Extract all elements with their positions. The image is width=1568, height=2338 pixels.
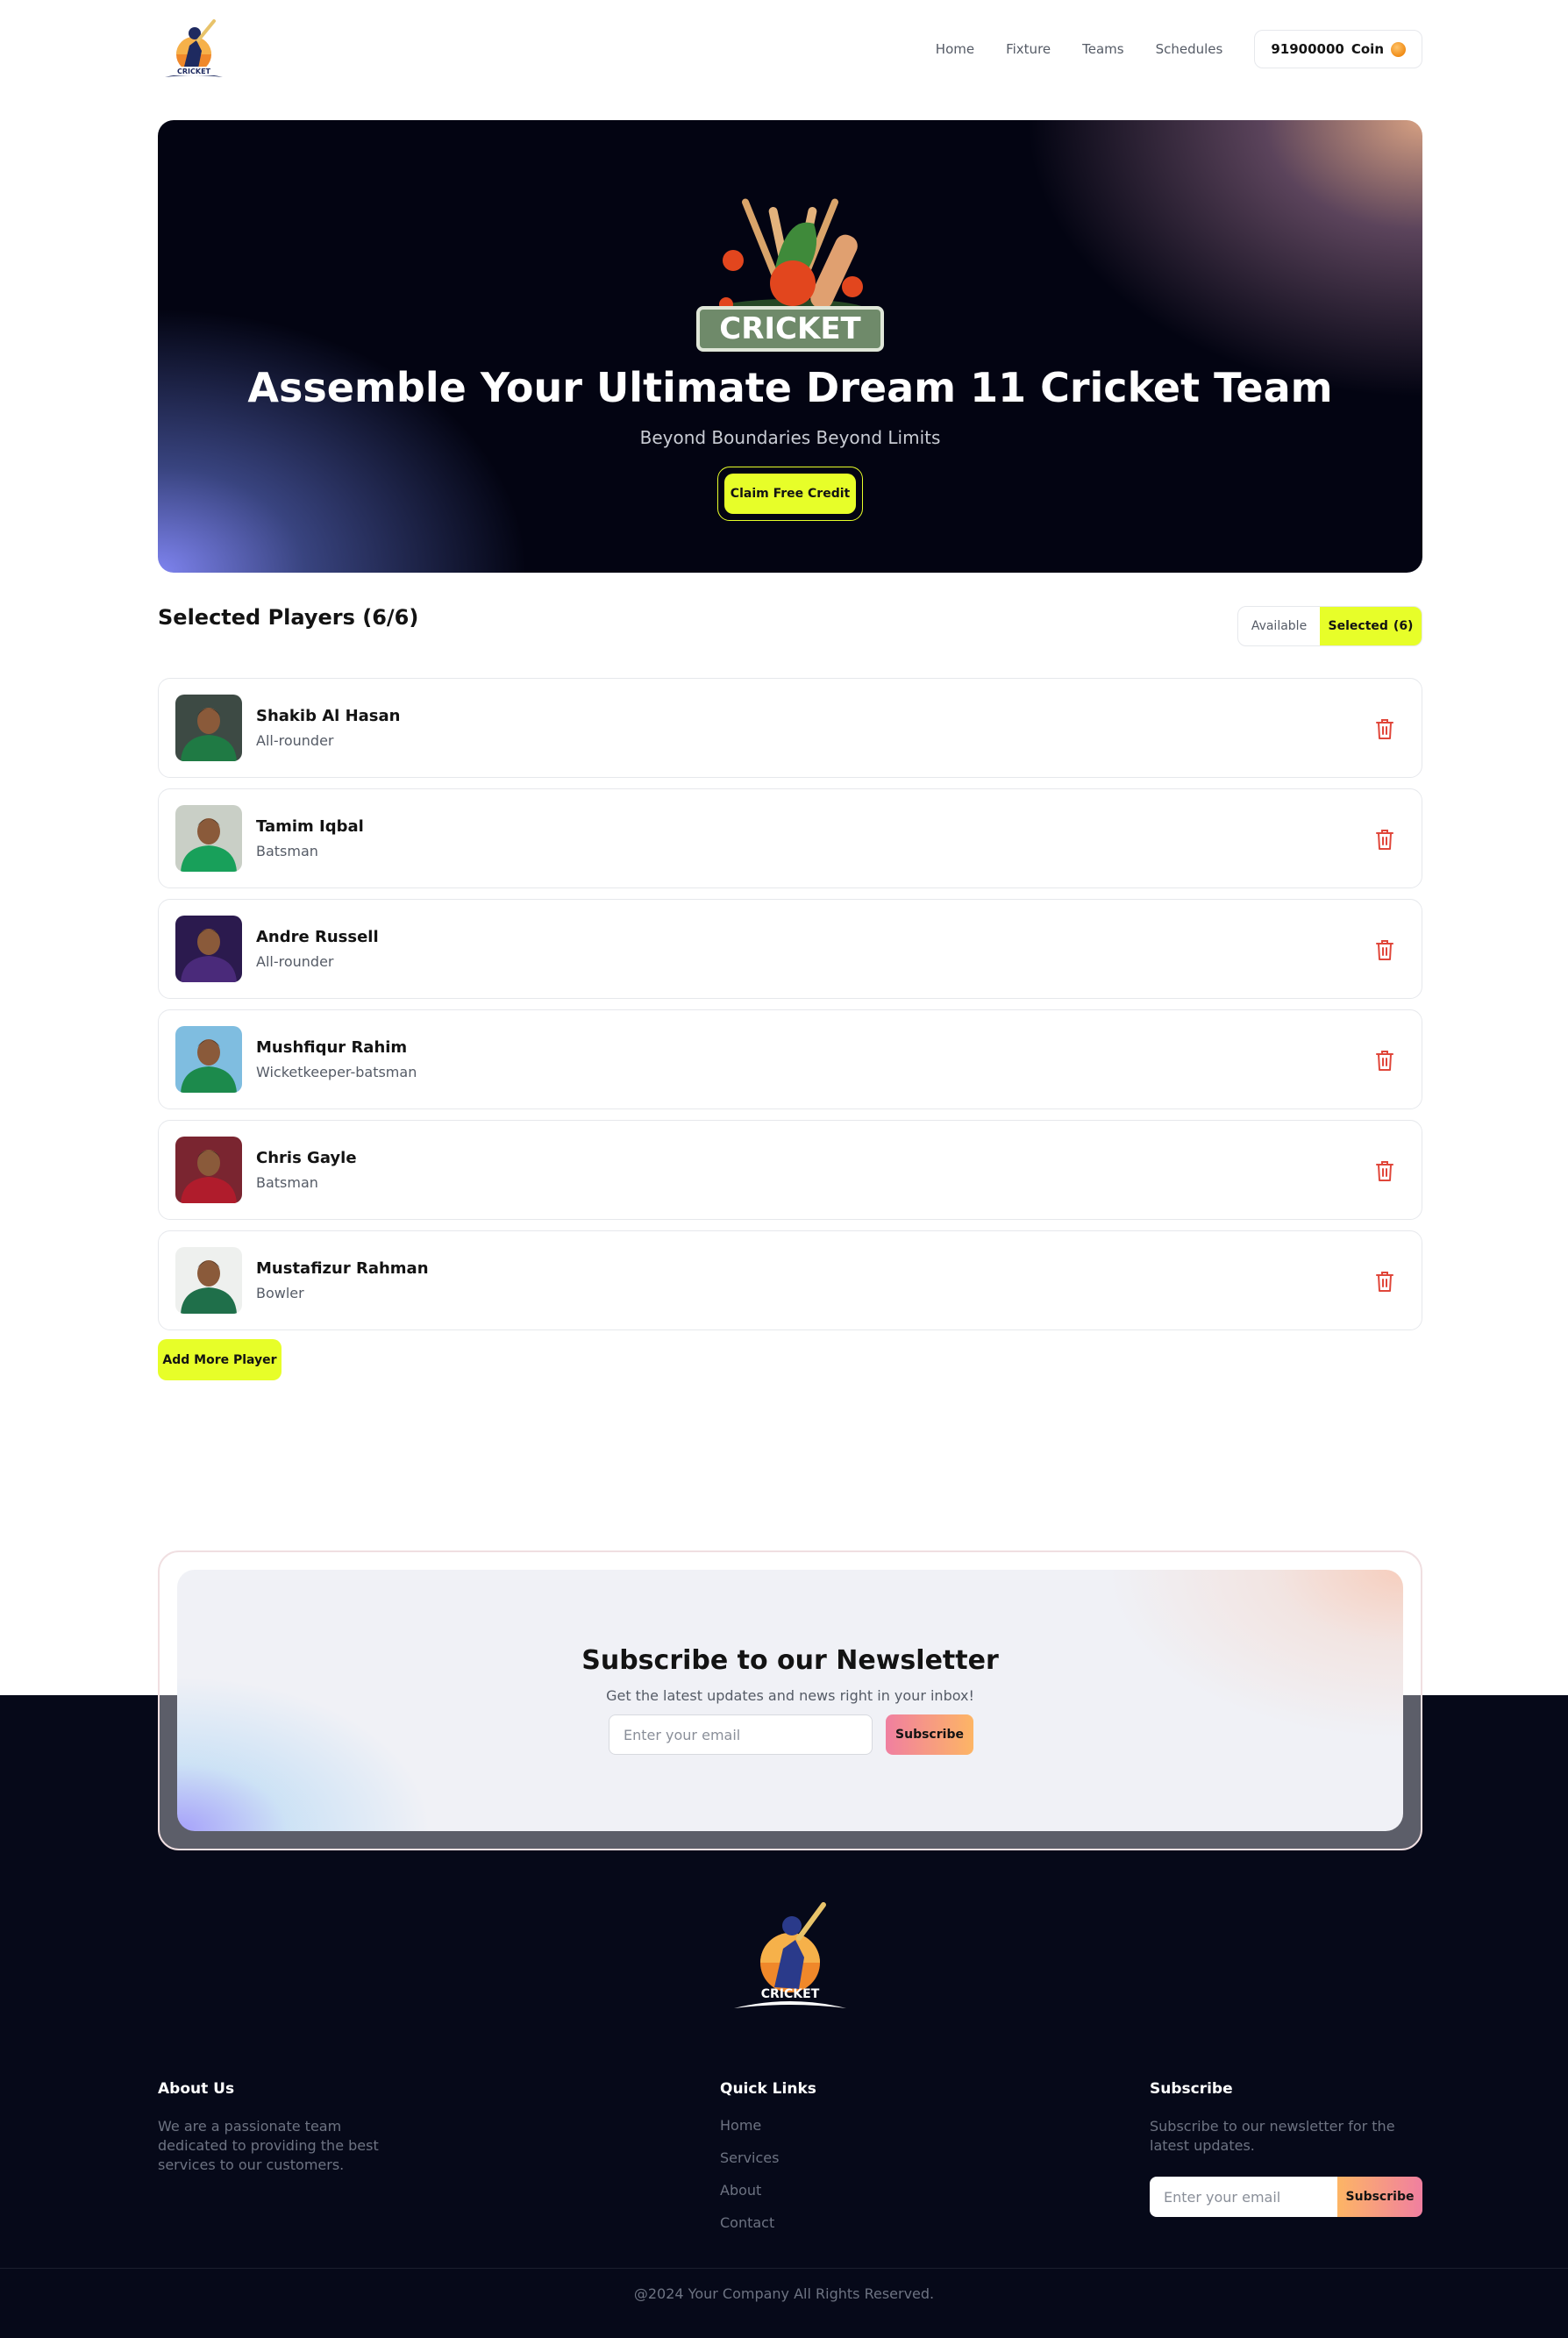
player-name: Mushfiqur Rahim (256, 1038, 408, 1057)
hero-banner: CRICKET Assemble Your Ultimate Dream 11 … (158, 120, 1422, 573)
toggle-selected-count: (6) (1393, 619, 1414, 633)
footer-subscribe-button[interactable]: Subscribe (1337, 2177, 1422, 2217)
add-more-player-button[interactable]: Add More Player (158, 1339, 282, 1380)
footer-about-text: We are a passionate team dedicated to pr… (158, 2118, 379, 2173)
player-avatar (175, 1247, 242, 1314)
copyright-text: @2024 Your Company All Rights Reserved. (633, 2285, 935, 2302)
footer-about: About Us We are a passionate team dedica… (158, 2080, 386, 2175)
player-name: Tamim Iqbal (256, 817, 364, 836)
player-card: Mushfiqur Rahim Wicketkeeper-batsman (158, 1009, 1422, 1109)
newsletter-email-input[interactable] (609, 1714, 873, 1755)
nav-home[interactable]: Home (936, 41, 974, 57)
hero-logo-wordmark: CRICKET (719, 311, 861, 346)
footer-subscribe: Subscribe Subscribe to our newsletter fo… (1150, 2080, 1422, 2217)
trash-icon[interactable] (1374, 828, 1395, 851)
player-card: Chris Gayle Batsman (158, 1120, 1422, 1220)
cricket-hero-logo: CRICKET (696, 198, 884, 352)
claim-button-frame: Claim Free Credit (717, 467, 863, 521)
hero-subtitle: Beyond Boundaries Beyond Limits (639, 427, 941, 448)
trash-icon[interactable] (1374, 1049, 1395, 1072)
coin-amount: 91900000 (1271, 41, 1344, 57)
player-info: Chris Gayle Batsman (256, 1149, 357, 1191)
trash-icon[interactable] (1374, 1159, 1395, 1182)
trash-icon[interactable] (1374, 1270, 1395, 1293)
cricket-logo[interactable]: CRICKET (158, 14, 230, 84)
player-role: Batsman (256, 1174, 318, 1191)
footer-link-services[interactable]: Services (720, 2149, 895, 2166)
newsletter-panel: Subscribe to our Newsletter Get the late… (177, 1570, 1403, 1831)
player-card: Tamim Iqbal Batsman (158, 788, 1422, 888)
player-role: All-rounder (256, 953, 334, 970)
coin-label: Coin (1351, 41, 1384, 57)
toggle-selected-button[interactable]: Selected (6) (1320, 607, 1422, 645)
coin-balance[interactable]: 91900000 Coin (1254, 30, 1422, 68)
player-role: All-rounder (256, 732, 334, 749)
player-avatar (175, 916, 242, 982)
player-name: Andre Russell (256, 928, 379, 946)
footer-subscribe-form: Subscribe (1150, 2177, 1422, 2217)
nav-teams[interactable]: Teams (1082, 41, 1123, 57)
player-role: Wicketkeeper-batsman (256, 1064, 417, 1080)
top-nav: CRICKET Home Fixture Teams Schedules 919… (158, 12, 1422, 86)
player-role: Bowler (256, 1285, 304, 1301)
claim-free-credit-button[interactable]: Claim Free Credit (724, 474, 856, 514)
newsletter-card: Subscribe to our Newsletter Get the late… (158, 1550, 1422, 1850)
footer-link-about[interactable]: About (720, 2182, 895, 2199)
player-name: Chris Gayle (256, 1149, 357, 1167)
footer-email-input[interactable] (1150, 2177, 1337, 2217)
trash-icon[interactable] (1374, 717, 1395, 740)
nav-menu: Home Fixture Teams Schedules 91900000 Co… (936, 30, 1422, 68)
footer-divider (0, 2268, 1568, 2269)
player-card: Shakib Al Hasan All-rounder (158, 678, 1422, 778)
selected-player-list: Shakib Al Hasan All-rounder Tamim Iqbal Bat… (158, 678, 1422, 1341)
player-avatar (175, 805, 242, 872)
newsletter-title: Subscribe to our Newsletter (581, 1645, 999, 1676)
player-card: Andre Russell All-rounder (158, 899, 1422, 999)
player-view-toggle: Available Selected (6) (1237, 606, 1422, 646)
nav-fixture[interactable]: Fixture (1006, 41, 1051, 57)
player-avatar (175, 1137, 242, 1203)
footer-link-contact[interactable]: Contact (720, 2214, 895, 2231)
trash-icon[interactable] (1374, 938, 1395, 961)
player-info: Tamim Iqbal Batsman (256, 817, 364, 859)
player-name: Mustafizur Rahman (256, 1259, 429, 1278)
player-avatar (175, 695, 242, 761)
newsletter-subtitle: Get the latest updates and news right in… (606, 1687, 974, 1704)
footer-logo-wordmark: CRICKET (761, 1987, 820, 2001)
footer-links-title: Quick Links (720, 2080, 816, 2098)
coin-icon (1391, 41, 1406, 57)
player-info: Andre Russell All-rounder (256, 928, 379, 970)
footer-subscribe-text: Subscribe to our newsletter for the late… (1150, 2118, 1395, 2154)
footer-about-title: About Us (158, 2080, 235, 2098)
toggle-available-button[interactable]: Available (1238, 607, 1320, 645)
player-avatar (175, 1026, 242, 1093)
newsletter-subscribe-button[interactable]: Subscribe (886, 1714, 973, 1755)
hero-title: Assemble Your Ultimate Dream 11 Cricket … (247, 364, 1333, 411)
logo-wordmark: CRICKET (177, 68, 211, 75)
footer-subscribe-title: Subscribe (1150, 2080, 1233, 2098)
selected-players-title: Selected Players (6/6) (158, 605, 419, 630)
player-role: Batsman (256, 843, 318, 859)
footer-cricket-logo[interactable]: CRICKET (731, 1896, 850, 2014)
player-name: Shakib Al Hasan (256, 707, 401, 725)
player-info: Shakib Al Hasan All-rounder (256, 707, 400, 749)
footer-quick-links: Quick Links Home Services About Contact (720, 2080, 895, 2231)
nav-schedules[interactable]: Schedules (1156, 41, 1223, 57)
toggle-selected-label: Selected (1328, 619, 1388, 633)
player-info: Mushfiqur Rahim Wicketkeeper-batsman (256, 1038, 417, 1080)
player-info: Mustafizur Rahman Bowler (256, 1259, 429, 1301)
footer-link-home[interactable]: Home (720, 2117, 895, 2134)
player-card: Mustafizur Rahman Bowler (158, 1230, 1422, 1330)
